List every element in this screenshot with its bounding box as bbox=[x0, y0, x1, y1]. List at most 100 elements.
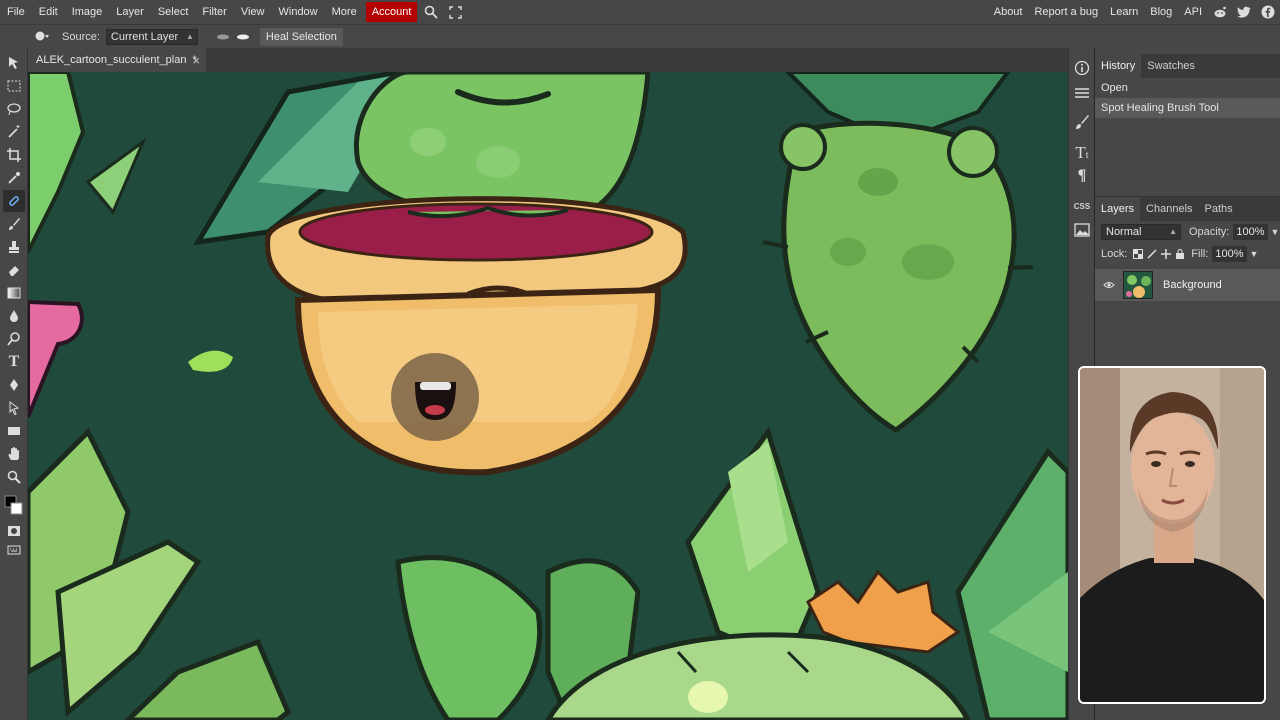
document-tab-bar: ALEK_cartoon_succulent_plan * × bbox=[28, 48, 1068, 72]
facebook-icon[interactable] bbox=[1256, 0, 1280, 24]
adjustments-icon[interactable] bbox=[1072, 83, 1092, 103]
tab-swatches[interactable]: Swatches bbox=[1141, 54, 1201, 78]
layer-row[interactable]: Background bbox=[1095, 269, 1280, 301]
menu-bar: File Edit Image Layer Select Filter View… bbox=[0, 0, 1280, 24]
info-icon[interactable] bbox=[1072, 58, 1092, 78]
menu-report-bug[interactable]: Report a bug bbox=[1028, 0, 1104, 24]
lock-label: Lock: bbox=[1101, 248, 1128, 260]
soft-brush-icon bbox=[216, 34, 229, 39]
source-select[interactable]: Current Layer ▲ bbox=[105, 28, 198, 45]
rectangle-tool-icon[interactable] bbox=[3, 420, 25, 442]
source-select-value: Current Layer bbox=[110, 30, 179, 43]
menu-file[interactable]: File bbox=[0, 0, 32, 24]
menu-window[interactable]: Window bbox=[272, 0, 325, 24]
tab-history[interactable]: History bbox=[1095, 54, 1142, 78]
pen-tool-icon[interactable] bbox=[3, 374, 25, 396]
fullscreen-icon[interactable] bbox=[443, 0, 467, 24]
close-tab-icon[interactable]: × bbox=[192, 53, 200, 68]
account-button[interactable]: Account bbox=[365, 2, 418, 22]
menu-learn[interactable]: Learn bbox=[1104, 0, 1144, 24]
menu-right-group: About Report a bug Learn Blog API bbox=[988, 0, 1280, 24]
history-panel: History Swatches Open Spot Healing Brush… bbox=[1095, 54, 1280, 194]
gradient-tool-icon[interactable] bbox=[3, 282, 25, 304]
menu-api[interactable]: API bbox=[1178, 0, 1208, 24]
heal-selection-button[interactable]: Heal Selection bbox=[259, 27, 343, 46]
history-panel-tabs: History Swatches bbox=[1095, 54, 1280, 78]
eraser-tool-icon[interactable] bbox=[3, 259, 25, 281]
eyedropper-icon[interactable] bbox=[3, 167, 25, 189]
clone-stamp-icon[interactable] bbox=[3, 236, 25, 258]
image-panel-icon[interactable] bbox=[1072, 220, 1092, 240]
lock-pixels-icon[interactable] bbox=[1147, 249, 1157, 259]
blend-mode-value: Normal bbox=[1106, 226, 1142, 238]
layer-name: Background bbox=[1163, 279, 1222, 291]
layer-thumbnail bbox=[1123, 271, 1153, 299]
fill-dropdown-icon[interactable]: ▼ bbox=[1250, 249, 1259, 259]
menu-more[interactable]: More bbox=[325, 0, 364, 24]
webcam-overlay bbox=[1078, 366, 1266, 704]
magic-wand-icon[interactable] bbox=[3, 121, 25, 143]
hand-tool-icon[interactable] bbox=[3, 443, 25, 465]
fill-label: Fill: bbox=[1191, 248, 1209, 260]
dodge-tool-icon[interactable] bbox=[3, 328, 25, 350]
brush-type-toggle[interactable] bbox=[216, 33, 250, 41]
source-label: Source: bbox=[62, 30, 100, 43]
lasso-tool-icon[interactable] bbox=[3, 98, 25, 120]
type-tool-icon[interactable]: T bbox=[3, 351, 25, 373]
document-tab-title: ALEK_cartoon_succulent_plan bbox=[36, 54, 187, 66]
lock-position-icon[interactable] bbox=[1161, 249, 1172, 259]
opacity-input[interactable]: 100% bbox=[1233, 224, 1268, 240]
css-icon[interactable]: CSS bbox=[1072, 196, 1092, 216]
brush-tool-icon[interactable] bbox=[3, 213, 25, 235]
opacity-dropdown-icon[interactable]: ▼ bbox=[1271, 227, 1280, 237]
lock-transparency-icon[interactable] bbox=[1133, 249, 1144, 259]
spot-healing-brush-icon[interactable] bbox=[3, 190, 25, 212]
canvas[interactable] bbox=[28, 72, 1068, 720]
history-item-open[interactable]: Open bbox=[1095, 78, 1280, 98]
presenter-video bbox=[1080, 368, 1264, 702]
tab-paths[interactable]: Paths bbox=[1199, 197, 1239, 221]
path-selection-icon[interactable] bbox=[3, 397, 25, 419]
menu-layer[interactable]: Layer bbox=[109, 0, 151, 24]
menu-blog[interactable]: Blog bbox=[1144, 0, 1178, 24]
character-icon[interactable]: Tt bbox=[1072, 143, 1092, 163]
blend-mode-select[interactable]: Normal ▲ bbox=[1101, 224, 1181, 240]
select-caret-icon: ▲ bbox=[1169, 227, 1177, 236]
document-tab[interactable]: ALEK_cartoon_succulent_plan * × bbox=[28, 48, 206, 72]
layers-panel-tabs: Layers Channels Paths bbox=[1095, 197, 1280, 221]
paragraph-icon[interactable]: ¶ bbox=[1072, 166, 1092, 186]
menu-image[interactable]: Image bbox=[65, 0, 110, 24]
color-swatches-icon[interactable] bbox=[3, 492, 25, 518]
brush-settings-icon[interactable] bbox=[1072, 112, 1092, 132]
lock-row: Lock: Fill: 100% ▼ bbox=[1095, 243, 1280, 265]
twitter-icon[interactable] bbox=[1232, 0, 1256, 24]
tools-panel: T bbox=[0, 48, 28, 720]
search-icon[interactable] bbox=[419, 0, 443, 24]
tab-layers[interactable]: Layers bbox=[1095, 197, 1141, 221]
visibility-eye-icon[interactable] bbox=[1103, 281, 1115, 289]
crop-tool-icon[interactable] bbox=[3, 144, 25, 166]
lock-options bbox=[1133, 249, 1185, 259]
lock-all-icon[interactable] bbox=[1175, 249, 1185, 259]
zoom-tool-icon[interactable] bbox=[3, 466, 25, 488]
marquee-tool-icon[interactable] bbox=[3, 75, 25, 97]
select-caret-icon: ▲ bbox=[186, 31, 194, 41]
tool-options-bar: Source: Current Layer ▲ Heal Selection bbox=[0, 24, 1280, 48]
blend-row: Normal ▲ Opacity: 100% ▼ bbox=[1095, 221, 1280, 243]
move-tool-icon[interactable] bbox=[3, 52, 25, 74]
tab-channels[interactable]: Channels bbox=[1140, 197, 1198, 221]
keyboard-icon[interactable] bbox=[3, 539, 25, 561]
brush-preset-picker[interactable] bbox=[34, 30, 50, 44]
menu-about[interactable]: About bbox=[988, 0, 1029, 24]
reddit-icon[interactable] bbox=[1208, 0, 1232, 24]
history-item-spot-healing[interactable]: Spot Healing Brush Tool bbox=[1095, 98, 1280, 118]
menu-view[interactable]: View bbox=[234, 0, 272, 24]
menu-filter[interactable]: Filter bbox=[195, 0, 233, 24]
hard-brush-icon bbox=[236, 34, 249, 39]
opacity-label: Opacity: bbox=[1189, 226, 1230, 238]
menu-select[interactable]: Select bbox=[151, 0, 196, 24]
menu-edit[interactable]: Edit bbox=[32, 0, 65, 24]
canvas-artwork bbox=[28, 72, 1068, 720]
fill-input[interactable]: 100% bbox=[1212, 246, 1247, 262]
blur-tool-icon[interactable] bbox=[3, 305, 25, 327]
